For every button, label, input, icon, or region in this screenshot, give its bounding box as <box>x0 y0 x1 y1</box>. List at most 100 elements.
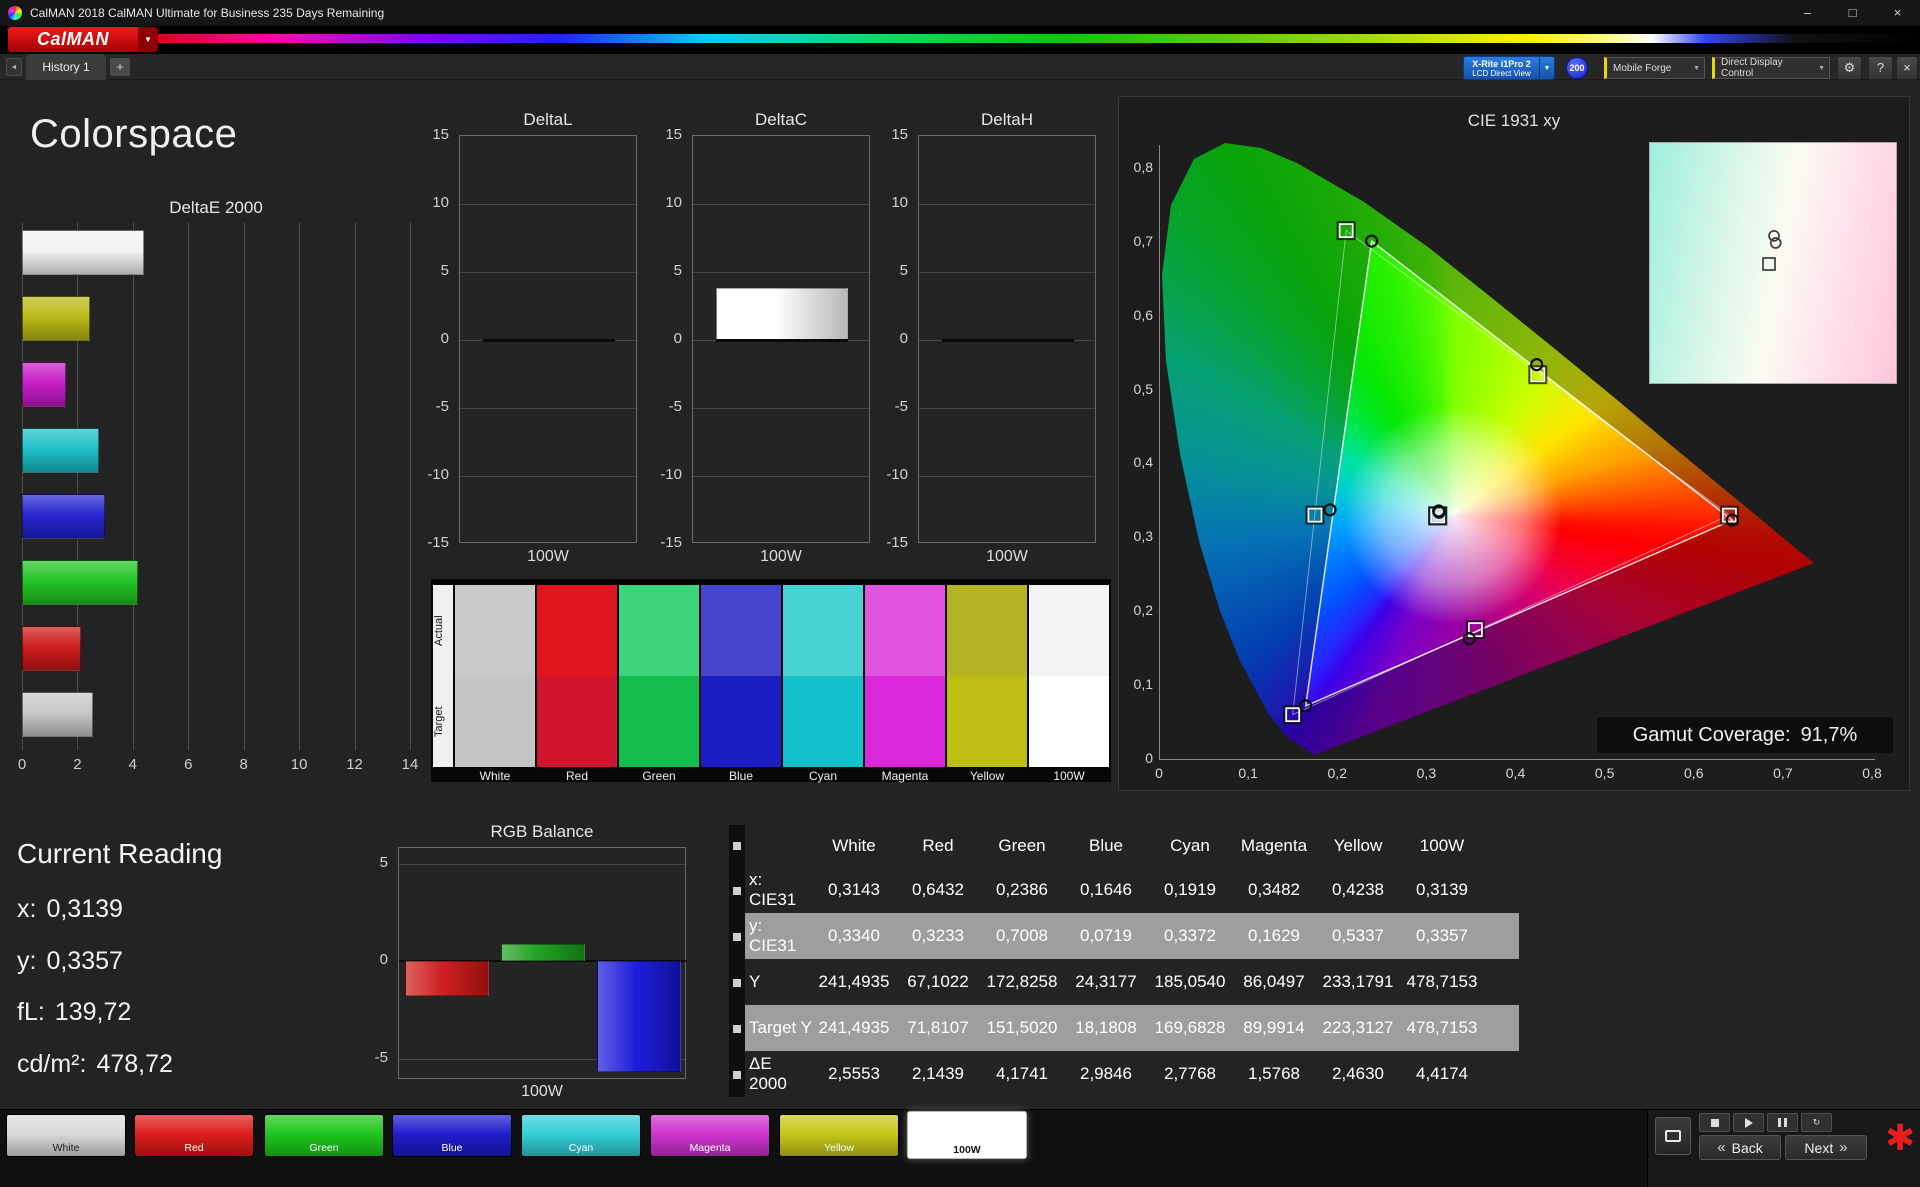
table-cell: 151,5020 <box>986 1018 1058 1037</box>
x-axis-tick-label: 0,4 <box>1505 765 1526 781</box>
bar-blue <box>597 961 681 1073</box>
patch-actual-yellow <box>947 585 1027 676</box>
close-button[interactable]: × <box>1875 0 1920 26</box>
table-cell: 0,3372 <box>1164 926 1216 945</box>
next-button[interactable]: Next » <box>1785 1135 1867 1160</box>
patch-target-magenta <box>865 676 945 767</box>
patch-label: Blue <box>728 769 754 783</box>
tab-history-1[interactable]: History 1 <box>26 54 106 80</box>
y-axis-tick-label: -5 <box>668 398 682 415</box>
patch-button-white[interactable]: White <box>6 1114 126 1157</box>
deltac-y-axis: 15 10 5 0 -5 -10 -15 <box>646 126 688 551</box>
table-row: y: CIE31 0,3340 0,3233 0,7008 0,0719 0,3372 0,… <box>745 913 1519 959</box>
table-row-marker-strip <box>729 825 745 1097</box>
screen-layout-button[interactable] <box>1655 1117 1691 1155</box>
table-grid: White Red Green Blue Cyan Magenta Yellow 100W x… <box>745 825 1519 1097</box>
column-header: Yellow <box>1333 836 1383 855</box>
patch-actual-100w <box>1029 585 1109 676</box>
table-header-row: White Red Green Blue Cyan Magenta Yellow 100W <box>745 825 1519 867</box>
table-cell: 0,4238 <box>1332 880 1384 899</box>
table-cell: 478,7153 <box>1406 972 1478 991</box>
patch-button-label: Yellow <box>824 1142 854 1154</box>
y-axis-tick-label: 10 <box>665 194 682 211</box>
patch-button-row: White Red Green Blue Cyan Magenta Yellow 100W <box>0 1110 1640 1187</box>
x-axis-tick-label: 6 <box>184 756 193 773</box>
cie-chart-panel: CIE 1931 xy 0 0,1 0,2 0,3 0,4 0,5 0,6 0,7 0,8 0 0,… <box>1118 96 1910 791</box>
row-marker <box>733 842 741 850</box>
source-select-dropdown[interactable]: Mobile Forge ▼ <box>1604 57 1705 79</box>
rgb-balance-title: RGB Balance <box>490 822 594 841</box>
rainbow-strip <box>130 34 1920 43</box>
meter-status-badge[interactable]: 200 <box>1566 57 1588 79</box>
settings-button[interactable]: ⚙ <box>1837 56 1862 80</box>
row-marker <box>733 1071 741 1079</box>
stop-button[interactable] <box>1699 1113 1730 1132</box>
refresh-button[interactable]: ↻ <box>1801 1113 1832 1132</box>
gridline <box>460 476 636 477</box>
patch-button-yellow[interactable]: Yellow <box>779 1114 899 1157</box>
patch-button-red[interactable]: Red <box>134 1114 254 1157</box>
calman-logo[interactable]: CalMAN ▼ <box>8 27 158 52</box>
patch-label: Cyan <box>808 769 837 783</box>
table-row: Target Y 241,4935 71,8107 151,5020 18,1808 16… <box>745 1005 1519 1051</box>
table-cell: 223,3127 <box>1322 1018 1394 1037</box>
x-axis-tick-label: 0 <box>1155 765 1163 781</box>
x-axis-tick-label: 10 <box>290 756 308 773</box>
patch-column-cyan: Cyan <box>783 585 863 783</box>
x-axis-tick-label: 0,7 <box>1773 765 1793 781</box>
y-axis-tick-label: 0,7 <box>1133 232 1153 249</box>
play-button[interactable] <box>1733 1113 1764 1132</box>
reading-x-label: x: <box>17 895 37 923</box>
zero-line <box>942 338 1074 342</box>
help-button[interactable]: ? <box>1868 56 1893 80</box>
gamut-coverage-label: Gamut Coverage: <box>1632 723 1791 746</box>
column-header: Red <box>922 836 954 855</box>
back-button[interactable]: « Back <box>1699 1135 1781 1160</box>
y-axis-tick-label: -5 <box>435 398 449 415</box>
patch-button-100w[interactable]: 100W <box>907 1111 1027 1159</box>
column-header: Blue <box>1088 836 1124 855</box>
patch-actual-red <box>537 585 617 676</box>
patch-button-magenta[interactable]: Magenta <box>650 1114 770 1157</box>
patch-button-cyan[interactable]: Cyan <box>521 1114 641 1157</box>
pause-button[interactable] <box>1767 1113 1798 1132</box>
y-axis-tick-label: 0,6 <box>1133 306 1153 323</box>
table-cell: 4,4174 <box>1416 1064 1468 1083</box>
table-cell: 0,3357 <box>1416 926 1468 945</box>
stop-icon <box>1710 1118 1719 1127</box>
patch-button-green[interactable]: Green <box>264 1114 384 1157</box>
deltae-bar-blue <box>22 493 105 539</box>
patch-button-label: White <box>52 1142 80 1154</box>
zero-line <box>716 338 848 342</box>
bar-100w <box>716 287 848 340</box>
meter-select-button[interactable]: X-Rite i1Pro 2 LCD Direct View ▼ <box>1463 56 1555 80</box>
add-tab-button[interactable]: + <box>110 58 130 76</box>
x-axis-tick-label: 0 <box>17 756 27 773</box>
y-axis-tick-label: 0 <box>440 330 449 347</box>
y-axis-tick-label: 0,4 <box>1133 454 1153 471</box>
patch-button-blue[interactable]: Blue <box>392 1114 512 1157</box>
display-control-label: Direct Display Control <box>1721 57 1783 79</box>
maximize-button[interactable]: □ <box>1830 0 1875 26</box>
y-axis-tick-label: 10 <box>432 194 449 211</box>
logo-menu-button[interactable]: ▼ <box>138 27 158 52</box>
gridline <box>460 272 636 273</box>
row-label: Target Y <box>749 1018 813 1037</box>
reading-fl-label: fL: <box>17 998 45 1026</box>
actual-row-label: Actual <box>433 615 445 646</box>
logo-text: CalMAN <box>36 29 109 49</box>
minimize-button[interactable]: – <box>1785 0 1830 26</box>
collapse-panel-button[interactable]: ◄ <box>6 58 22 76</box>
patch-column-red: Red <box>537 585 617 783</box>
table-cell: 4,1741 <box>996 1064 1048 1083</box>
patch-label: Yellow <box>969 769 1005 783</box>
table-cell: 2,1439 <box>912 1064 964 1083</box>
measurement-table: White Red Green Blue Cyan Magenta Yellow 100W x… <box>729 825 1519 1097</box>
y-axis-tick-label: 5 <box>673 262 682 279</box>
display-control-dropdown[interactable]: Direct Display Control ▼ <box>1712 57 1830 79</box>
cie-chart-title: CIE 1931 xy <box>1467 111 1561 130</box>
inset-target-marker-white <box>1762 257 1776 271</box>
patch-column-white: White <box>455 585 535 783</box>
table-cell: 86,0497 <box>1243 972 1305 991</box>
close-workflow-button[interactable]: × <box>1896 56 1918 80</box>
